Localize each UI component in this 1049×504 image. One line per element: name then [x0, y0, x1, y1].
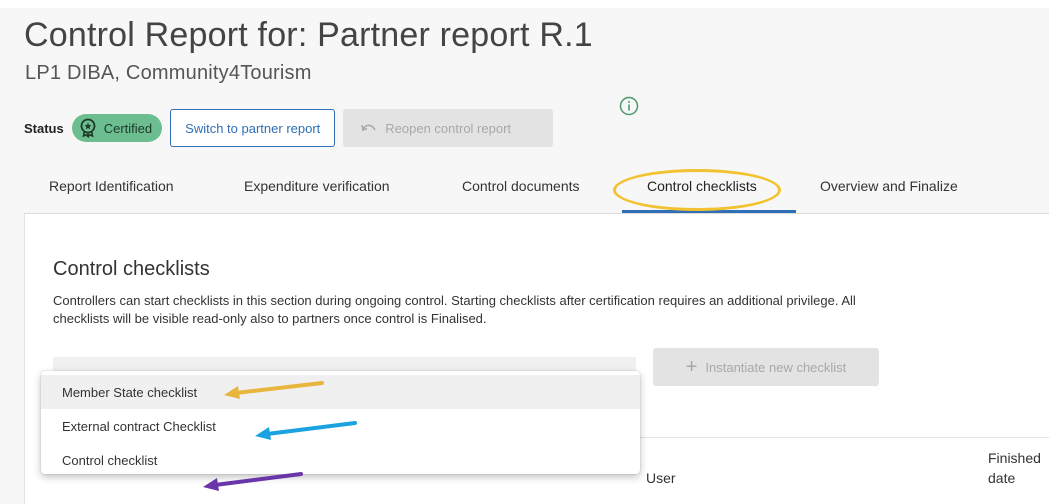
active-tab-indicator — [622, 210, 796, 213]
undo-icon — [361, 124, 376, 132]
tab-control-checklists[interactable]: Control checklists — [647, 178, 757, 194]
tab-report-identification[interactable]: Report Identification — [49, 178, 174, 194]
arrow-annotation-blue — [255, 421, 357, 440]
dropdown-option-label: Control checklist — [62, 452, 158, 468]
column-header-user: User — [646, 470, 676, 486]
arrow-annotation-yellow — [224, 381, 324, 399]
status-row: Status Certified Switch to partner repor… — [24, 108, 554, 148]
reopen-control-report-button[interactable]: Reopen control report — [343, 109, 554, 147]
page-subtitle: LP1 DIBA, Community4Tourism — [25, 62, 312, 84]
top-bar — [0, 0, 1049, 8]
tab-expenditure-verification[interactable]: Expenditure verification — [244, 178, 390, 194]
dropdown-option-member-state-checklist[interactable]: Member State checklist — [41, 375, 640, 409]
page-title: Control Report for: Partner report R.1 — [24, 16, 593, 54]
dropdown-option-label: External contract Checklist — [62, 418, 216, 434]
section-title: Control checklists — [53, 258, 210, 280]
status-label: Status — [24, 120, 64, 136]
status-badge-label: Certified — [103, 120, 153, 136]
dropdown-option-label: Member State checklist — [62, 384, 198, 400]
tab-overview-and-finalize[interactable]: Overview and Finalize — [820, 178, 958, 194]
instantiate-new-checklist-label: Instantiate new checklist — [705, 359, 847, 375]
certified-seal-icon — [80, 118, 96, 138]
tab-bar: Report Identification Expenditure verifi… — [24, 166, 1049, 214]
table-header — [624, 437, 1049, 504]
column-header-finished-date: Finished date — [988, 450, 1041, 486]
info-icon[interactable] — [619, 96, 639, 116]
tab-control-documents[interactable]: Control documents — [462, 178, 580, 194]
plus-icon: + — [685, 356, 698, 378]
page: Control Report for: Partner report R.1 L… — [0, 0, 1049, 504]
status-badge: Certified — [71, 114, 163, 142]
arrow-annotation-purple — [203, 472, 303, 491]
switch-to-partner-report-button[interactable]: Switch to partner report — [170, 109, 336, 147]
instantiate-new-checklist-button[interactable]: + Instantiate new checklist — [653, 348, 879, 386]
section-description: Controllers can start checklists in this… — [53, 293, 856, 326]
reopen-control-report-label: Reopen control report — [385, 120, 512, 136]
dropdown-option-control-checklist[interactable]: Control checklist — [41, 443, 640, 474]
